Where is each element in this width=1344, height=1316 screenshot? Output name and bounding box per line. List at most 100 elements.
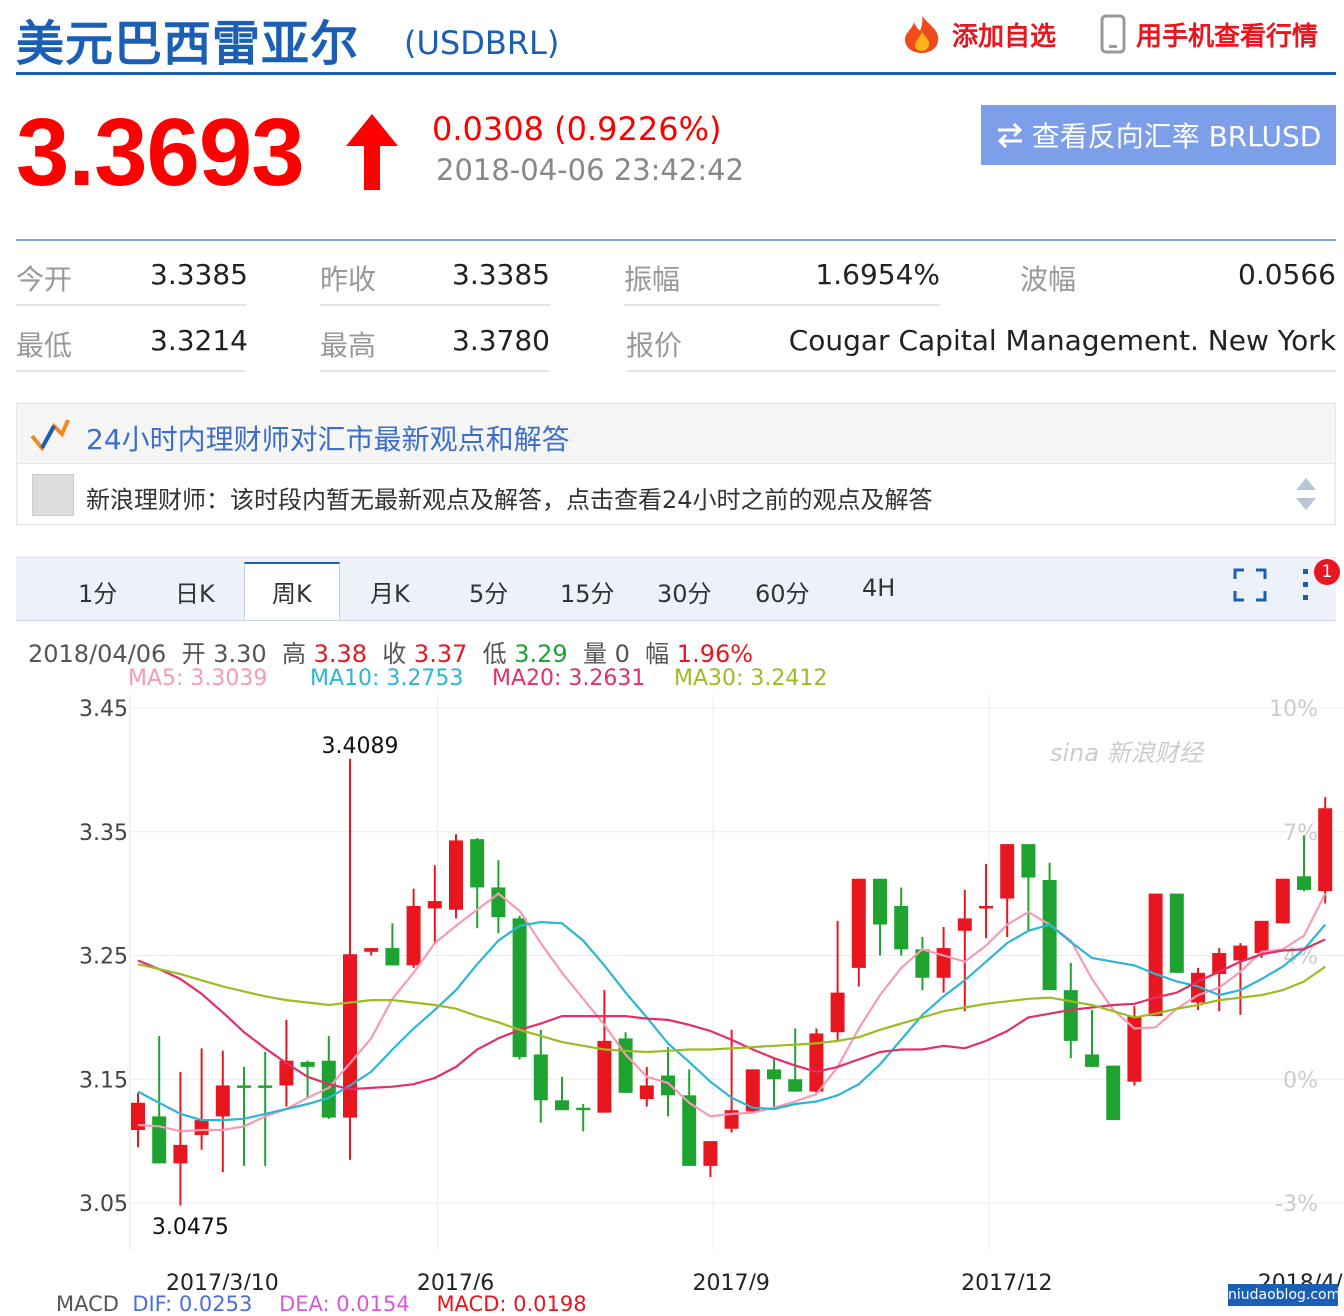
stat-divider — [16, 304, 246, 306]
ma20-label: MA20: 3.2631 — [492, 666, 646, 691]
reverse-rate-label: 查看反向汇率 BRLUSD — [1031, 120, 1322, 153]
candle-body — [1106, 1065, 1121, 1121]
bar-amplitude-label: 幅 — [645, 640, 670, 668]
candle-body — [533, 1054, 548, 1101]
bar-close-label: 收 — [382, 640, 407, 668]
bar-info-line: 2018/04/06 开 3.30 高 3.38 收 3.37 低 3.29 量… — [28, 634, 753, 669]
candle-body — [152, 1116, 167, 1164]
candle-body — [1254, 920, 1269, 954]
candle-body — [406, 906, 421, 966]
bar-date: 2018/04/06 — [28, 640, 167, 668]
candle-body — [194, 1120, 209, 1135]
candle-body — [703, 1141, 718, 1166]
candle-body — [767, 1069, 781, 1080]
candle-body — [1318, 808, 1333, 892]
advisor-title[interactable]: 24小时内理财师对汇市最新观点和解答 — [86, 418, 570, 458]
stat-low-value: 3.3214 — [150, 324, 248, 357]
candle-body — [1021, 844, 1036, 878]
bar-low: 3.29 — [514, 640, 568, 668]
pair-title: 美元巴西雷亚尔 — [16, 16, 360, 72]
candle-body — [237, 1085, 251, 1088]
pair-code: (USDBRL) — [404, 24, 560, 62]
tab-daily[interactable]: 日K — [175, 574, 215, 609]
candle-body — [1085, 1054, 1099, 1067]
stat-amplitude-label: 振幅 — [624, 263, 681, 296]
candle-body — [491, 887, 506, 918]
bar-open: 3.30 — [213, 640, 267, 668]
stat-range-label: 波幅 — [1020, 263, 1077, 296]
candle-body — [1275, 878, 1290, 924]
candle-body — [364, 948, 379, 952]
flame-icon — [904, 16, 939, 53]
tab-4h[interactable]: 4H — [862, 574, 895, 602]
tab-5min[interactable]: 5分 — [469, 574, 508, 609]
x-tick-label: 2017/6 — [417, 1271, 494, 1290]
stat-divider — [320, 370, 550, 372]
scroll-updown-icon[interactable] — [1294, 476, 1318, 512]
candle-body — [979, 906, 993, 909]
macd-dif: DIF: 0.0253 — [132, 1292, 253, 1316]
swap-icon — [997, 122, 1022, 148]
stat-divider — [16, 370, 246, 372]
quote-timestamp: 2018-04-06 23:42:42 — [436, 153, 744, 187]
header-divider — [16, 72, 1336, 75]
right-tick-label: 7% — [1283, 821, 1318, 846]
right-tick-label: -3% — [1275, 1192, 1318, 1217]
ma5-label: MA5: 3.3039 — [128, 666, 268, 691]
candle-body — [957, 918, 972, 931]
extreme-annotation: 3.4089 — [322, 734, 399, 759]
trend-check-icon — [30, 419, 70, 452]
candle-body — [555, 1100, 569, 1111]
candle-body — [597, 1040, 612, 1113]
candle-body — [300, 1061, 315, 1067]
notification-badge[interactable]: 1 — [1314, 559, 1340, 585]
macd-title: MACD — [56, 1292, 119, 1316]
stat-low-label: 最低 — [16, 329, 73, 362]
price-change: 0.0308 (0.9226%) — [432, 110, 722, 148]
x-tick-label: 2017/3/10 — [166, 1271, 279, 1290]
macd-dea: DEA: 0.0154 — [279, 1292, 410, 1316]
tab-weekly[interactable]: 周K — [272, 574, 312, 609]
y-tick-label: 3.45 — [79, 697, 128, 722]
site-watermark: niudaoblog.com — [1228, 1284, 1340, 1306]
fullscreen-icon[interactable] — [1232, 567, 1268, 603]
y-tick-label: 3.05 — [79, 1192, 128, 1217]
stat-high-label: 最高 — [320, 329, 377, 362]
candle-body — [788, 1079, 803, 1092]
tab-1min[interactable]: 1分 — [78, 574, 117, 609]
current-price: 3.3693 — [16, 99, 305, 206]
more-menu-icon[interactable] — [1296, 567, 1316, 603]
up-arrow-icon — [346, 114, 398, 190]
candle-body — [173, 1144, 188, 1164]
ma10-label: MA10: 3.2753 — [310, 666, 464, 691]
bar-amplitude: 1.96% — [676, 640, 754, 668]
stat-divider — [626, 370, 1336, 372]
tab-60min[interactable]: 60分 — [755, 574, 810, 609]
right-tick-label: 0% — [1283, 1068, 1318, 1093]
stat-amplitude-value: 1.6954% — [815, 258, 940, 291]
tab-30min[interactable]: 30分 — [657, 574, 712, 609]
stat-divider — [624, 304, 940, 306]
mobile-view-button[interactable]: 用手机查看行情 — [1098, 14, 1318, 54]
candle-body — [427, 901, 442, 909]
extreme-annotation: 3.0475 — [152, 1215, 229, 1240]
advisor-message[interactable]: 新浪理财师：该时段内暂无最新观点及解答，点击查看24小时之前的观点及解答 — [86, 480, 933, 515]
candlestick-chart[interactable]: 3.45 10% 3.35 7% 3.25 4% 3.15 0% 3.05 -3% 2017/3/1… — [0, 690, 1344, 1290]
candle-body — [1127, 1016, 1142, 1082]
candle-body — [512, 918, 527, 1057]
bar-volume-label: 量 — [582, 640, 607, 668]
stat-range-value: 0.0566 — [1238, 258, 1336, 291]
candle-body — [1297, 876, 1311, 890]
candle-body — [1233, 945, 1248, 961]
candle-body — [894, 906, 909, 950]
bar-volume: 0 — [614, 640, 630, 668]
add-watchlist-button[interactable]: 添加自选 — [900, 14, 1056, 54]
stat-quoter-label: 报价 — [626, 329, 683, 362]
reverse-rate-button[interactable]: 查看反向汇率 BRLUSD — [981, 105, 1336, 165]
candle-body — [343, 954, 357, 1118]
stat-open-value: 3.3385 — [150, 258, 248, 291]
tab-15min[interactable]: 15分 — [560, 574, 615, 609]
stat-divider — [320, 304, 550, 306]
x-tick-label: 2017/9 — [692, 1271, 769, 1290]
tab-monthly[interactable]: 月K — [370, 574, 410, 609]
